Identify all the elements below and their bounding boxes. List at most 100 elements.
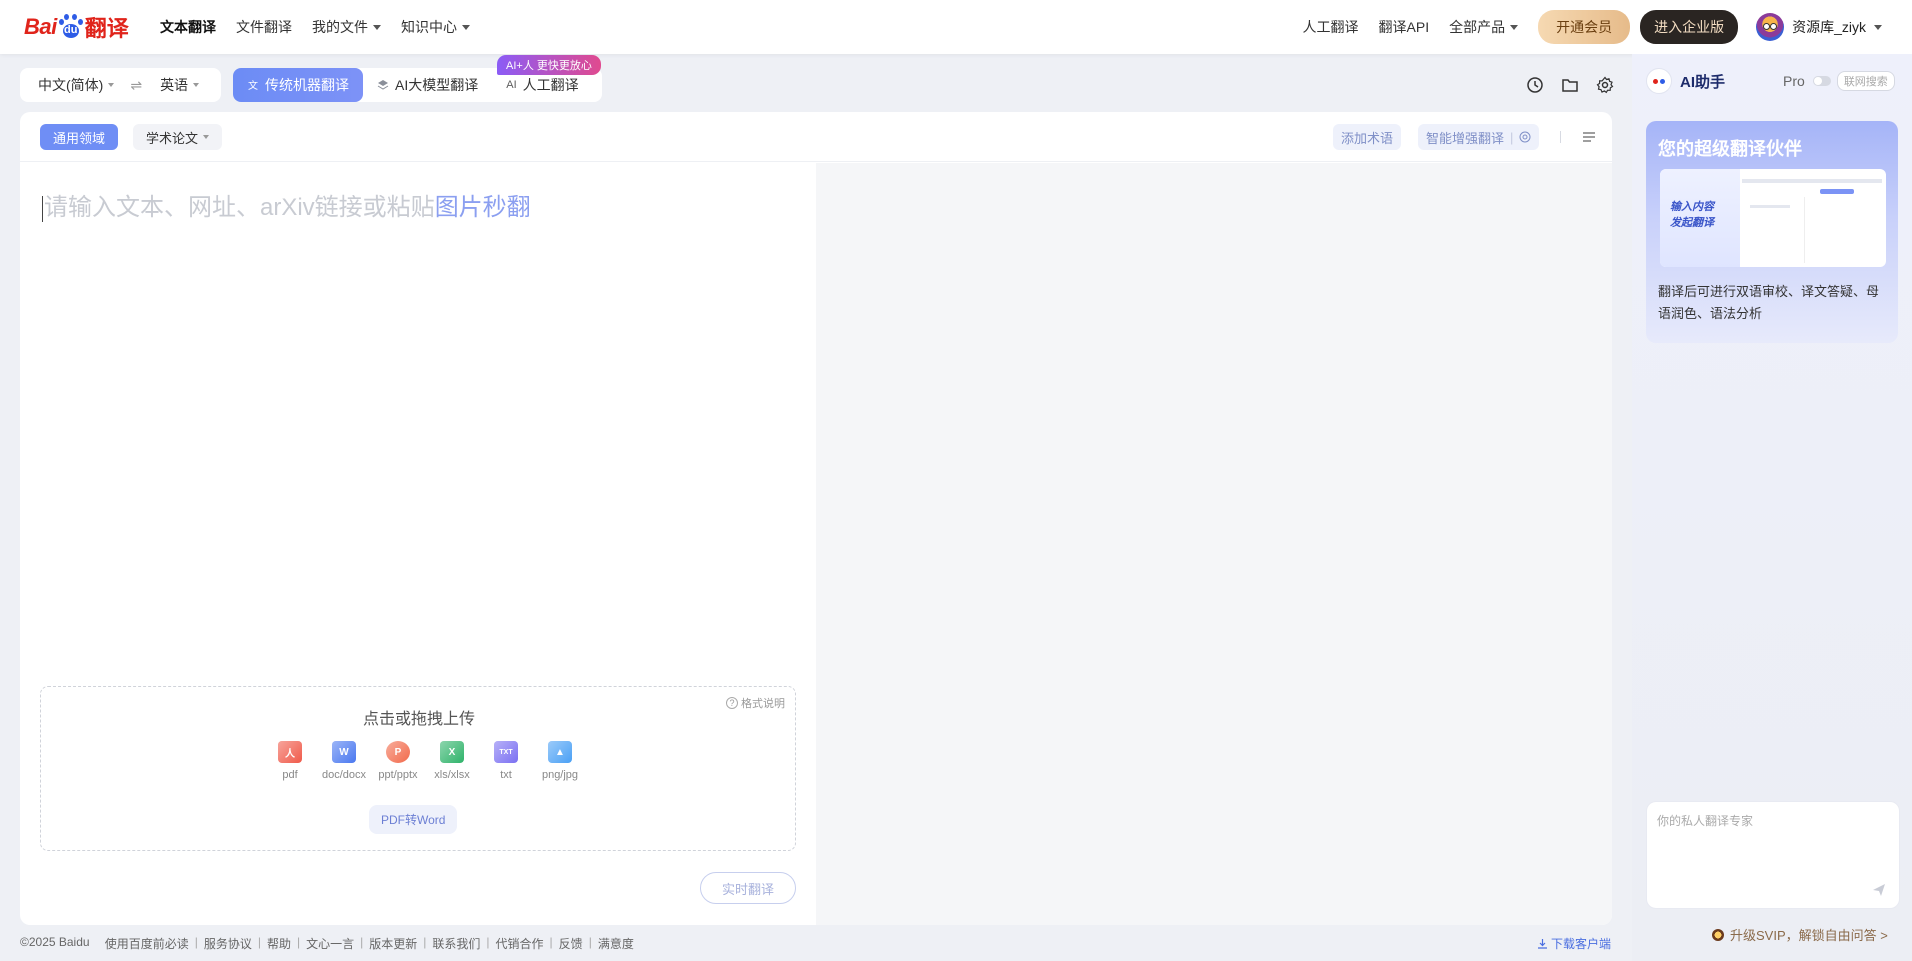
copyright: ©2025 Baidu <box>20 935 90 949</box>
word-file-icon: W <box>332 741 356 763</box>
image-file-icon: ▲ <box>548 741 572 763</box>
tab-llm-translation[interactable]: AI大模型翻译 <box>363 68 492 102</box>
footer-link[interactable]: 版本更新 <box>369 935 417 952</box>
promo-description: 翻译后可进行双语审校、译文答疑、母语润色、语法分析 <box>1658 284 1880 321</box>
gear-icon[interactable] <box>1594 74 1615 95</box>
username: 资源库_ziyk <box>1792 19 1866 35</box>
download-client-link[interactable]: 下载客户端 <box>1537 935 1611 952</box>
upgrade-svip-link[interactable]: 升级SVIP，解锁自由问答 > <box>1712 925 1888 944</box>
footer-link[interactable]: 满意度 <box>598 935 634 952</box>
target-icon <box>1519 131 1531 143</box>
enterprise-button[interactable]: 进入企业版 <box>1640 10 1739 44</box>
human-translation-link[interactable]: 人工翻译 <box>1303 17 1359 37</box>
chevron-down-icon <box>1510 24 1519 30</box>
chevron-down-icon <box>1874 24 1882 30</box>
assistant-promo-card: 您的超级翻译伙伴 输入内容 发起翻译 翻译后可进行双语审校、译文答疑、母语润色、… <box>1646 121 1898 343</box>
top-bar: Bai du 翻译 文本翻译 文件翻译 我的文件 知识中心 人工翻译 翻译API… <box>0 0 1912 54</box>
svg-text:文: 文 <box>248 79 258 91</box>
target-language-select[interactable]: 英语 <box>160 75 200 95</box>
paw-icon: du <box>58 14 84 40</box>
header-right: 人工翻译 翻译API 全部产品 开通会员 进入企业版 资源库_ziyk <box>1303 0 1882 54</box>
nav-knowledge-center[interactable]: 知识中心 <box>401 17 470 37</box>
footer-link[interactable]: 文心一言 <box>306 935 354 952</box>
api-link[interactable]: 翻译API <box>1379 17 1430 37</box>
footer-link[interactable]: 反馈 <box>559 935 583 952</box>
enhanced-translation-toggle[interactable]: 智能增强翻译 | <box>1418 124 1540 150</box>
ai-human-badge: AI+人 更快更放心 <box>497 55 601 75</box>
nav-my-files[interactable]: 我的文件 <box>312 17 381 37</box>
promo-shot-text: 输入内容 发起翻译 <box>1670 201 1714 229</box>
assistant-input[interactable]: 你的私人翻译专家 <box>1646 801 1900 909</box>
domain-general-button[interactable]: 通用领域 <box>40 124 119 150</box>
assistant-header: AI助手 Pro 联网搜索 <box>1646 68 1900 94</box>
panel-header: 通用领域 学术论文 添加术语 智能增强翻译 | <box>20 112 1612 162</box>
user-menu[interactable]: 资源库_ziyk <box>1756 13 1882 41</box>
ppt-file-icon: P <box>386 741 410 763</box>
logo-fanyi-text: 翻译 <box>84 16 129 41</box>
placeholder-text: 请输入文本、网址、arXiv链接或粘贴 <box>44 194 435 221</box>
layers-icon <box>377 80 389 90</box>
chevron-down-icon <box>203 135 210 139</box>
ai-assistant-sidebar: AI助手 Pro 联网搜索 您的超级翻译伙伴 输入内容 发起翻译 翻译后可进行双… <box>1632 54 1912 961</box>
pro-label: Pro <box>1783 73 1805 89</box>
main-nav: 文本翻译 文件翻译 我的文件 知识中心 <box>160 0 470 54</box>
promo-title: 您的超级翻译伙伴 <box>1658 139 1802 159</box>
divider <box>1560 131 1561 143</box>
source-language-select[interactable]: 中文(简体) <box>38 75 115 95</box>
footer-link[interactable]: 联系我们 <box>432 935 480 952</box>
assistant-placeholder: 你的私人翻译专家 <box>1657 814 1754 828</box>
excel-file-icon: X <box>440 741 464 763</box>
chevron-down-icon <box>193 83 200 87</box>
domain-paper-select[interactable]: 学术论文 <box>133 124 223 150</box>
footer-link[interactable]: 代销合作 <box>496 935 544 952</box>
footer-link[interactable]: 服务协议 <box>204 935 252 952</box>
net-search-toggle[interactable]: 联网搜索 <box>1836 71 1895 91</box>
assistant-title: AI助手 <box>1680 73 1726 91</box>
chevron-down-icon <box>373 24 381 30</box>
pdf-to-word-button[interactable]: PDF转Word <box>369 805 458 834</box>
file-type-list: 人 pdf Wdoc/docx Pppt/pptx Xxls/xlsx TXT tx… <box>263 741 587 781</box>
footer-link[interactable]: 使用百度前必读 <box>105 935 189 952</box>
folder-icon[interactable] <box>1559 74 1580 95</box>
pdf-file-icon: 人 <box>278 741 302 763</box>
file-type-pdf: 人 pdf <box>263 741 317 781</box>
file-type-xls: Xxls/xlsx <box>425 741 479 781</box>
file-type-txt: TXT txt <box>479 741 533 781</box>
all-products-menu[interactable]: 全部产品 <box>1449 17 1519 37</box>
add-term-button[interactable]: 添加术语 <box>1333 124 1402 150</box>
footer-link[interactable]: 帮助 <box>267 935 291 952</box>
tab-machine-translation[interactable]: 文 传统机器翻译 <box>233 68 363 102</box>
source-text-input[interactable]: 请输入文本、网址、arXiv链接或粘贴图片秒翻 <box>42 187 531 222</box>
text-cursor <box>42 195 43 222</box>
send-icon[interactable] <box>1871 882 1887 898</box>
file-upload-zone[interactable]: ? 格式说明 点击或拖拽上传 人 pdf Wdoc/docx Pppt/pptx X… <box>40 686 796 851</box>
promo-screenshot: 输入内容 发起翻译 <box>1660 169 1886 267</box>
logo-bai-text: Bai <box>24 14 57 39</box>
nav-file-translation[interactable]: 文件翻译 <box>236 17 292 37</box>
file-type-doc: Wdoc/docx <box>317 741 371 781</box>
baidu-fanyi-logo[interactable]: Bai du 翻译 <box>24 8 129 46</box>
image-translate-link[interactable]: 图片秒翻 <box>435 194 531 221</box>
file-type-ppt: Pppt/pptx <box>371 741 425 781</box>
chevron-down-icon <box>462 24 470 30</box>
translation-panel: 通用领域 学术论文 添加术语 智能增强翻译 | 请输入文本、网址、arXiv链接… <box>20 112 1612 925</box>
txt-file-icon: TXT <box>494 741 518 763</box>
footer-links: ©2025 Baidu| 使用百度前必读| 服务协议| 帮助| 文心一言| 版本… <box>20 935 634 952</box>
settings-sliders-icon[interactable] <box>1578 126 1600 148</box>
divider: | <box>1510 129 1514 145</box>
file-type-image: ▲ png/jpg <box>533 741 587 781</box>
chevron-down-icon <box>108 83 115 87</box>
swap-languages-icon[interactable]: ⇌ <box>130 77 142 94</box>
pro-toggle[interactable] <box>1812 76 1831 86</box>
history-icon[interactable] <box>1524 74 1545 95</box>
open-vip-button[interactable]: 开通会员 <box>1538 10 1631 44</box>
download-icon <box>1538 939 1547 949</box>
upload-title: 点击或拖拽上传 <box>362 711 475 728</box>
svip-icon <box>1712 928 1724 941</box>
toolbar-icons <box>1524 74 1615 95</box>
translate-icon: 文 <box>248 79 258 91</box>
realtime-translate-button[interactable]: 实时翻译 <box>700 872 796 904</box>
nav-text-translation[interactable]: 文本翻译 <box>160 17 216 37</box>
translation-output-area <box>816 163 1612 925</box>
ai-sparkle-icon: AI <box>506 79 517 91</box>
